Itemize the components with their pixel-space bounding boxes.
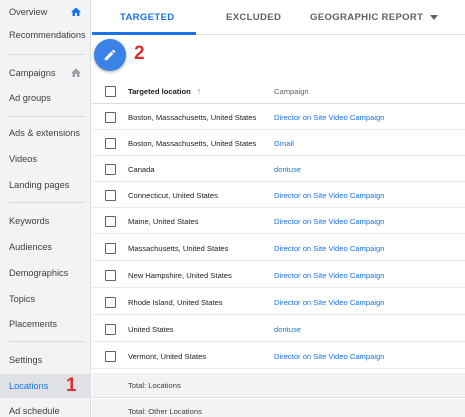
tab-label: GEOGRAPHIC REPORT xyxy=(310,12,424,23)
sidebar-item-recommendations[interactable]: Recommendations xyxy=(0,23,90,47)
total-row: Total: Locations xyxy=(92,373,465,398)
select-all-checkbox[interactable] xyxy=(105,86,116,97)
sidebar-nav: Overview Recommendations Campaigns Ad gr… xyxy=(0,0,91,417)
sidebar-divider xyxy=(9,202,85,203)
pencil-icon xyxy=(104,49,116,61)
campaign-link[interactable]: Director on Site Video Campaign xyxy=(274,105,384,130)
total-label: Total: Locations xyxy=(128,381,181,390)
tab-geographic-report[interactable]: GEOGRAPHIC REPORT xyxy=(310,0,439,35)
sidebar-item-landing-pages[interactable]: Landing pages xyxy=(0,173,90,197)
sidebar-item-label: Campaigns xyxy=(9,68,56,78)
sidebar-item-label: Overview xyxy=(9,7,48,17)
campaign-link[interactable]: Director on Site Video Campaign xyxy=(274,209,384,234)
campaign-link[interactable]: Director on Site Video Campaign xyxy=(274,344,384,369)
sidebar-item-label: Ad schedule xyxy=(9,406,60,416)
column-header-campaign[interactable]: Campaign xyxy=(274,79,309,104)
home-icon xyxy=(71,7,81,16)
sidebar-item-label: Videos xyxy=(9,154,37,164)
sidebar-item-label: Keywords xyxy=(9,216,50,226)
location-cell: Canada xyxy=(128,165,155,174)
sidebar-item-topics[interactable]: Topics xyxy=(0,287,90,311)
campaign-link[interactable]: Director on Site Video Campaign xyxy=(274,183,384,208)
row-checkbox[interactable] xyxy=(105,297,116,308)
dropdown-caret-icon xyxy=(430,14,439,20)
table-row: New Hampshire, United States Director on… xyxy=(92,263,465,288)
sort-ascending-icon: ↑ xyxy=(196,86,202,96)
table-row: Maine, United States Director on Site Vi… xyxy=(92,209,465,234)
sidebar-item-settings[interactable]: Settings xyxy=(0,348,90,372)
sidebar-item-label: Recommendations xyxy=(9,30,86,40)
table-header-row: Targeted location ↑ Campaign xyxy=(92,79,465,104)
campaign-link[interactable]: Director on Site Video Campaign xyxy=(274,236,384,261)
row-checkbox[interactable] xyxy=(105,164,116,175)
sidebar-item-label: Audiences xyxy=(9,242,52,252)
sidebar-item-audiences[interactable]: Audiences xyxy=(0,235,90,259)
step-annotation-1: 1 xyxy=(66,375,77,396)
row-checkbox[interactable] xyxy=(105,270,116,281)
table-row: Rhode Island, United States Director on … xyxy=(92,290,465,315)
location-cell: Boston, Massachusetts, United States xyxy=(128,139,257,148)
sidebar-item-overview[interactable]: Overview xyxy=(0,0,90,24)
campaign-link[interactable]: Gmail xyxy=(274,131,294,156)
row-checkbox[interactable] xyxy=(105,190,116,201)
sidebar-item-campaigns[interactable]: Campaigns xyxy=(0,61,90,85)
row-checkbox[interactable] xyxy=(105,324,116,335)
sidebar-item-label: Settings xyxy=(9,355,43,365)
sidebar-item-demographics[interactable]: Demographics xyxy=(0,261,90,285)
campaign-link[interactable]: dontuse xyxy=(274,317,301,342)
home-icon xyxy=(71,68,81,77)
table-row: Vermont, United States Director on Site … xyxy=(92,344,465,369)
tab-targeted[interactable]: TARGETED xyxy=(120,0,174,35)
total-label: Total: Other Locations xyxy=(128,407,202,416)
location-cell: United States xyxy=(128,325,174,334)
sidebar-item-label: Topics xyxy=(9,294,36,304)
sidebar-item-label: Landing pages xyxy=(9,180,70,190)
sidebar-item-placements[interactable]: Placements xyxy=(0,312,90,336)
location-cell: Vermont, United States xyxy=(128,352,207,361)
sidebar-item-ad-groups[interactable]: Ad groups xyxy=(0,86,90,110)
sidebar-item-locations[interactable]: Locations xyxy=(0,374,90,398)
sidebar-item-ads-extensions[interactable]: Ads & extensions xyxy=(0,121,90,145)
sidebar-item-videos[interactable]: Videos xyxy=(0,147,90,171)
campaign-link[interactable]: dontuse xyxy=(274,157,301,182)
sidebar-divider xyxy=(9,341,85,342)
table-row: Boston, Massachusetts, United States Dir… xyxy=(92,105,465,130)
campaign-link[interactable]: Director on Site Video Campaign xyxy=(274,290,384,315)
total-row: Total: Other Locations xyxy=(92,399,465,417)
campaign-link[interactable]: Director on Site Video Campaign xyxy=(274,263,384,288)
sidebar-item-label: Locations xyxy=(9,381,49,391)
step-annotation-2: 2 xyxy=(134,43,145,64)
location-cell: Maine, United States xyxy=(128,217,199,226)
row-checkbox[interactable] xyxy=(105,216,116,227)
row-checkbox[interactable] xyxy=(105,243,116,254)
location-cell: Connecticut, United States xyxy=(128,191,218,200)
table-row: Canada dontuse xyxy=(92,157,465,182)
location-cell: Rhode Island, United States xyxy=(128,298,223,307)
row-checkbox[interactable] xyxy=(105,351,116,362)
sidebar-divider xyxy=(9,116,85,117)
tab-bar: TARGETED EXCLUDED GEOGRAPHIC REPORT xyxy=(92,0,465,35)
sidebar-item-keywords[interactable]: Keywords xyxy=(0,209,90,233)
table-row: Connecticut, United States Director on S… xyxy=(92,183,465,208)
column-header-location[interactable]: Targeted location ↑ xyxy=(128,79,201,104)
sidebar-item-label: Placements xyxy=(9,319,58,329)
location-cell: New Hampshire, United States xyxy=(128,271,232,280)
row-checkbox[interactable] xyxy=(105,138,116,149)
tab-excluded[interactable]: EXCLUDED xyxy=(226,0,281,35)
column-header-label: Targeted location xyxy=(128,87,191,96)
location-cell: Massachusetts, United States xyxy=(128,244,229,253)
sidebar-item-label: Ads & extensions xyxy=(9,128,80,138)
row-checkbox[interactable] xyxy=(105,112,116,123)
table-row: United States dontuse xyxy=(92,317,465,342)
sidebar-item-label: Demographics xyxy=(9,268,69,278)
edit-locations-button[interactable] xyxy=(94,39,126,71)
location-cell: Boston, Massachusetts, United States xyxy=(128,113,257,122)
table-row: Boston, Massachusetts, United States Gma… xyxy=(92,131,465,156)
sidebar-item-label: Ad groups xyxy=(9,93,51,103)
sidebar-item-ad-schedule[interactable]: Ad schedule xyxy=(0,399,90,417)
table-row: Massachusetts, United States Director on… xyxy=(92,236,465,261)
sidebar-divider xyxy=(9,54,85,55)
